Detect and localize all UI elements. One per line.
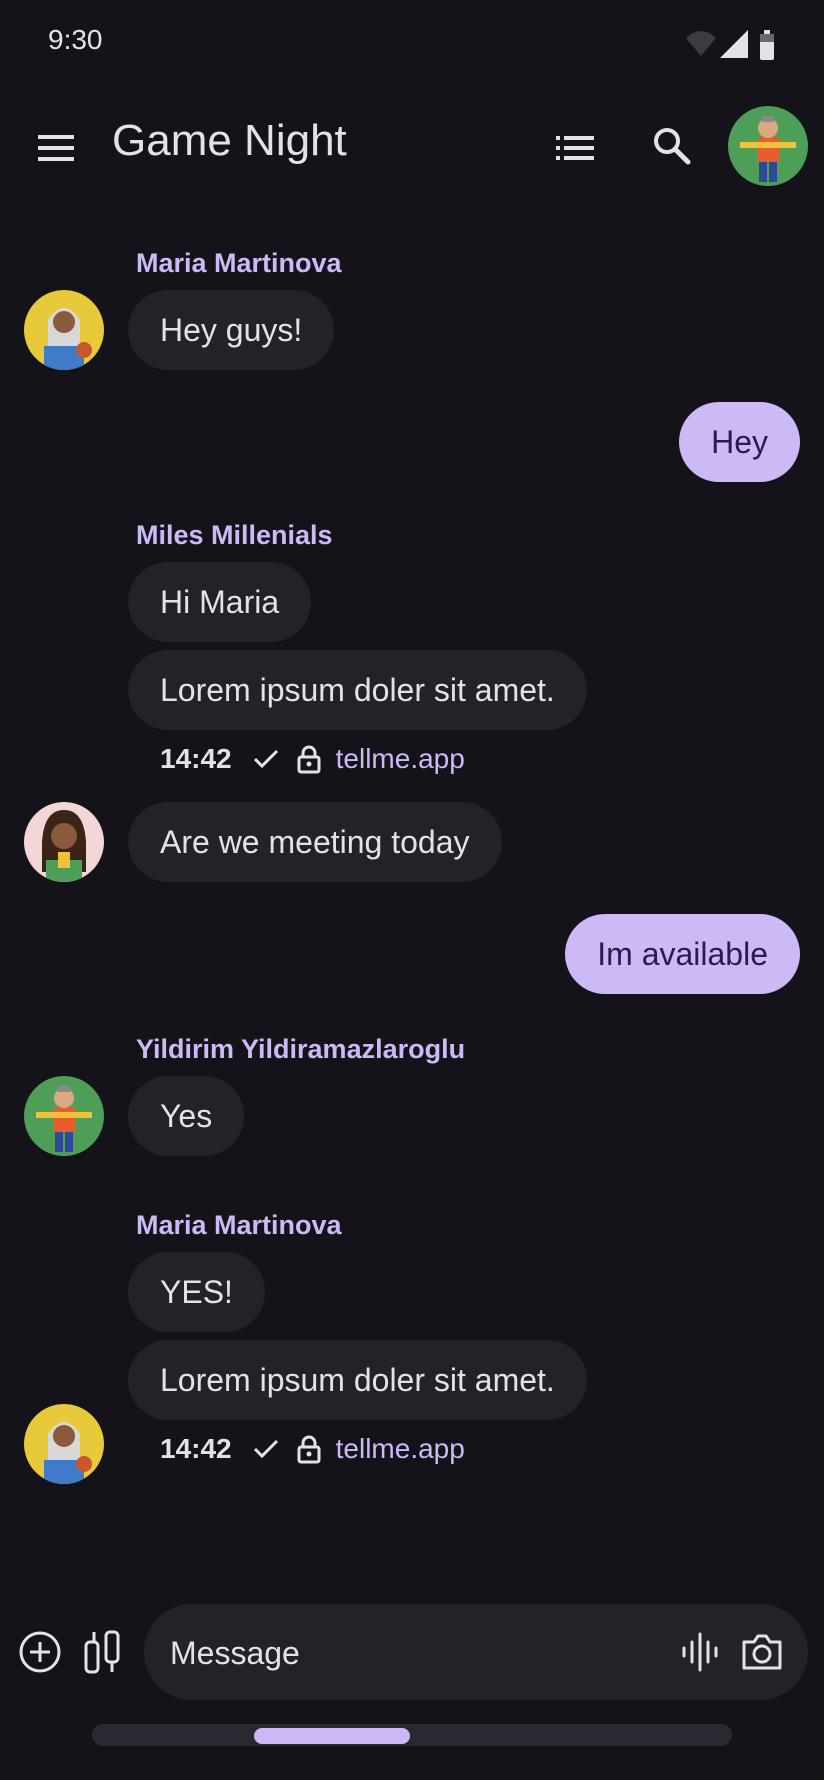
wifi-icon (686, 31, 716, 56)
sender-name: Yildirim Yildiramazlaroglu (136, 1034, 466, 1064)
message-bubble[interactable]: Hey guys! (128, 290, 335, 370)
composer (144, 1604, 808, 1702)
avatar (24, 1404, 104, 1484)
message-input[interactable] (168, 1604, 612, 1702)
avatar (24, 802, 104, 882)
check-icon (252, 747, 280, 771)
add-icon[interactable] (18, 1630, 62, 1674)
status-icons (684, 28, 808, 62)
sender-name: Maria Martinova (136, 248, 342, 278)
message-time: 14:42 (160, 1433, 232, 1464)
check-icon (252, 1437, 280, 1461)
gesture-handle[interactable] (254, 1728, 410, 1744)
avatar (24, 1076, 104, 1156)
signal-icon (720, 30, 748, 58)
message-meta: 14:42 tellme.app (160, 1430, 465, 1468)
page-title: Game Night (112, 116, 347, 165)
menu-icon[interactable] (32, 124, 80, 172)
message-bubble-outgoing[interactable]: Hey (679, 402, 800, 482)
message-link[interactable]: tellme.app (336, 743, 465, 775)
lock-icon (296, 1434, 322, 1464)
voice-icon[interactable] (676, 1628, 724, 1676)
message-bubble[interactable]: Lorem ipsum doler sit amet. (128, 1340, 587, 1420)
message-bubble[interactable]: YES! (128, 1252, 265, 1332)
avatar (24, 290, 104, 370)
sender-name: Maria Martinova (136, 1210, 342, 1240)
message-bubble-outgoing[interactable]: Im available (565, 914, 800, 994)
message-bubble[interactable]: Hi Maria (128, 562, 312, 642)
search-icon[interactable] (648, 122, 696, 170)
list-icon[interactable] (552, 124, 600, 172)
camera-icon[interactable] (736, 1626, 788, 1678)
message-bubble[interactable]: Are we meeting today (128, 802, 502, 882)
lock-icon (296, 744, 322, 774)
profile-avatar[interactable] (728, 106, 808, 186)
gif-sticker-icon[interactable] (84, 1628, 124, 1676)
gesture-bar-track (92, 1724, 732, 1746)
message-bubble[interactable]: Yes (128, 1076, 245, 1156)
status-time: 9:30 (48, 24, 103, 55)
message-meta: 14:42 tellme.app (160, 740, 465, 778)
message-time: 14:42 (160, 743, 232, 774)
message-bubble[interactable]: Lorem ipsum doler sit amet. (128, 650, 587, 730)
sender-name: Miles Millenials (136, 520, 333, 550)
message-link[interactable]: tellme.app (336, 1433, 465, 1465)
